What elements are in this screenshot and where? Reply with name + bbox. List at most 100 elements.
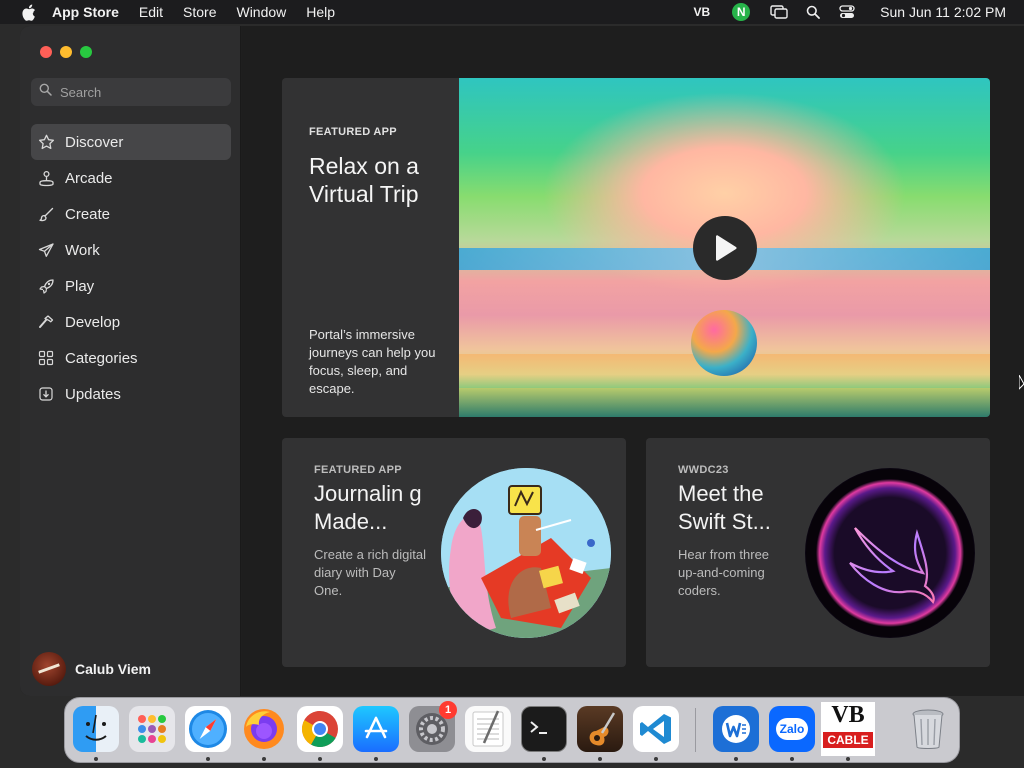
card-eyebrow: WWDC23 xyxy=(678,464,729,476)
menu-app-name[interactable]: App Store xyxy=(52,4,119,20)
textedit-icon[interactable] xyxy=(465,706,511,752)
running-indicator xyxy=(374,757,378,761)
sidebar-item-arcade[interactable]: Arcade xyxy=(31,160,231,196)
running-indicator xyxy=(542,757,546,761)
sidebar-item-work[interactable]: Work xyxy=(31,232,231,268)
running-indicator xyxy=(846,757,850,761)
running-indicator xyxy=(262,757,266,761)
paper-plane-icon xyxy=(37,241,55,259)
sidebar-item-play[interactable]: Play xyxy=(31,268,231,304)
card-eyebrow: FEATURED APP xyxy=(314,464,402,476)
minimize-window-button[interactable] xyxy=(60,46,72,58)
vb-status-item[interactable]: VB xyxy=(694,5,711,19)
swift-logo-artwork xyxy=(805,468,975,638)
mouse-cursor-icon xyxy=(1019,375,1024,390)
menu-edit[interactable]: Edit xyxy=(139,4,163,20)
trash-icon[interactable] xyxy=(905,706,951,752)
search-icon xyxy=(39,83,52,101)
zalo-label: Zalo xyxy=(775,718,809,740)
running-indicator xyxy=(790,757,794,761)
hero-featured-card[interactable]: FEATURED APP Relax on a Virtual Trip Por… xyxy=(282,78,990,417)
play-video-button[interactable] xyxy=(693,216,757,280)
sidebar-item-discover[interactable]: Discover xyxy=(31,124,231,160)
launchpad-icon[interactable] xyxy=(129,706,175,752)
discover-content: FEATURED APP Relax on a Virtual Trip Por… xyxy=(242,26,1024,696)
hero-artwork xyxy=(459,78,990,417)
terminal-icon[interactable] xyxy=(521,706,567,752)
firefox-icon[interactable] xyxy=(241,706,287,752)
brush-icon xyxy=(37,205,55,223)
vb-cable-top-label: VB xyxy=(831,702,865,728)
hero-description: Portal’s immersive journeys can help you… xyxy=(309,327,436,396)
search-field[interactable] xyxy=(31,78,231,106)
hero-eyebrow: FEATURED APP xyxy=(309,126,397,138)
screen-mirroring-icon[interactable] xyxy=(770,4,788,20)
card-title: Meet the Swift St... xyxy=(678,481,771,534)
menu-bar-extras: VB N Sun Jun 11 2:02 PM xyxy=(694,0,1024,24)
hammer-icon xyxy=(37,313,55,331)
hero-art-orb xyxy=(691,310,757,376)
running-indicator xyxy=(318,757,322,761)
sidebar-item-label: Develop xyxy=(65,313,121,331)
download-icon xyxy=(37,385,55,403)
apple-menu-icon[interactable] xyxy=(18,2,38,22)
card-title: Journalin g Made... xyxy=(314,481,422,534)
card-description: Hear from three up-and-coming coders. xyxy=(678,547,770,598)
search-input[interactable] xyxy=(60,84,220,100)
window-controls xyxy=(40,46,92,58)
sidebar-item-create[interactable]: Create xyxy=(31,196,231,232)
sidebar-item-develop[interactable]: Develop xyxy=(31,304,231,340)
safari-icon[interactable] xyxy=(185,706,231,752)
menu-help[interactable]: Help xyxy=(306,4,335,20)
avatar xyxy=(32,652,66,686)
star-icon xyxy=(37,133,55,151)
featured-card-day-one[interactable]: FEATURED APP Journalin g Made... Create … xyxy=(282,438,626,667)
running-indicator xyxy=(206,757,210,761)
app-store-icon[interactable] xyxy=(353,706,399,752)
running-indicator xyxy=(94,757,98,761)
sidebar-item-label: Work xyxy=(65,241,100,259)
sidebar-item-label: Updates xyxy=(65,385,121,403)
card-description: Create a rich digital diary with Day One… xyxy=(314,547,426,598)
control-center-icon[interactable] xyxy=(838,4,856,20)
garageband-icon[interactable] xyxy=(577,706,623,752)
sidebar-item-categories[interactable]: Categories xyxy=(31,340,231,376)
menu-window[interactable]: Window xyxy=(236,4,286,20)
sidebar-item-label: Arcade xyxy=(65,169,113,187)
sidebar-item-label: Create xyxy=(65,205,111,223)
finder-icon[interactable] xyxy=(73,706,119,752)
sidebar-item-label: Play xyxy=(65,277,95,295)
sidebar-item-label: Categories xyxy=(65,349,138,367)
running-indicator xyxy=(734,757,738,761)
notification-badge: 1 xyxy=(439,701,457,719)
spotlight-search-icon[interactable] xyxy=(804,4,822,20)
user-name: Calub Viem xyxy=(75,661,151,677)
featured-card-wwdc23[interactable]: WWDC23 Meet the Swift St... Hear from th… xyxy=(646,438,990,667)
menu-bar-clock[interactable]: Sun Jun 11 2:02 PM xyxy=(880,4,1006,20)
menu-store[interactable]: Store xyxy=(183,4,216,20)
vb-cable-bottom-label: CABLE xyxy=(823,732,873,748)
n-status-icon[interactable]: N xyxy=(732,3,751,21)
dock-separator xyxy=(695,708,696,752)
close-window-button[interactable] xyxy=(40,46,52,58)
journaling-artwork xyxy=(441,468,611,638)
sidebar-item-label: Discover xyxy=(65,133,124,151)
play-icon xyxy=(716,235,737,261)
joystick-icon xyxy=(37,169,55,187)
dock: 1 Zalo VB CABLE xyxy=(64,697,960,763)
sidebar-nav: Discover Arcade Create Work Play Develop… xyxy=(31,124,231,412)
running-indicator xyxy=(654,757,658,761)
grid-icon xyxy=(37,349,55,367)
sidebar-item-updates[interactable]: Updates xyxy=(31,376,231,412)
user-account[interactable]: Calub Viem xyxy=(32,652,151,686)
vb-cable-icon[interactable]: VB CABLE xyxy=(821,702,875,756)
app-store-window: Discover Arcade Create Work xyxy=(20,26,1024,696)
menu-bar: App Store Edit Store Window Help VB N Su… xyxy=(0,0,1024,24)
vscode-icon[interactable] xyxy=(633,706,679,752)
running-indicator xyxy=(598,757,602,761)
zoom-window-button[interactable] xyxy=(80,46,92,58)
rocket-icon xyxy=(37,277,55,295)
word-icon[interactable] xyxy=(713,706,759,752)
chrome-icon[interactable] xyxy=(297,706,343,752)
zalo-icon[interactable]: Zalo xyxy=(769,706,815,752)
